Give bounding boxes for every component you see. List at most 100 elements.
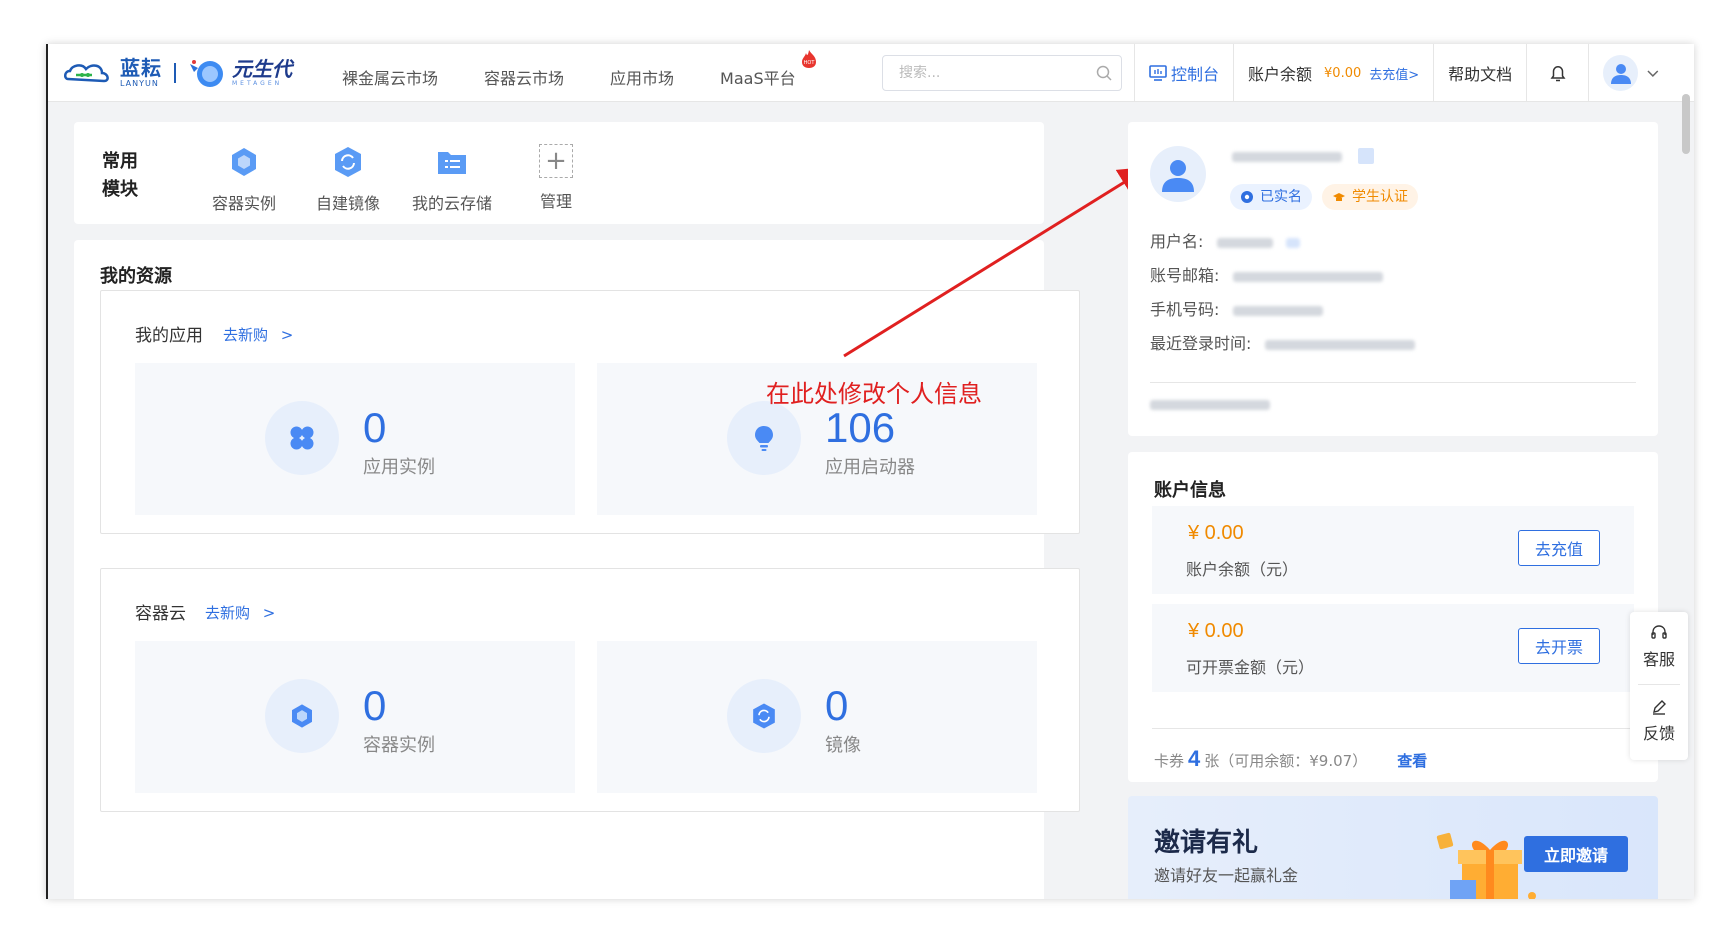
- monitor-icon: [1149, 65, 1167, 81]
- profile-phone: 手机号码:: [1150, 296, 1323, 320]
- brand-metagen-cn: 元生代: [232, 57, 292, 81]
- invite-subtitle: 邀请好友一起赢礼金: [1154, 866, 1299, 885]
- student-label: 学生认证: [1352, 189, 1408, 205]
- headset-icon: [1651, 625, 1667, 639]
- container-cloud-buy-arrow: >: [262, 604, 276, 622]
- container-cloud-buy-link[interactable]: 去新购 >: [205, 602, 275, 623]
- pencil-icon: [1653, 700, 1666, 715]
- stat-app-launchers-value: 106: [825, 404, 896, 451]
- brand-logo[interactable]: 蓝耘 LANYUN 元生代 METAGEN: [62, 56, 292, 90]
- user-icon: [1610, 64, 1631, 84]
- copy-icon[interactable]: [1285, 237, 1300, 248]
- invoice-button[interactable]: 去开票: [1518, 628, 1600, 664]
- stat-app-instances-value: 0: [363, 404, 387, 451]
- search-box[interactable]: [882, 55, 1122, 91]
- customer-service-button[interactable]: 客服: [1630, 612, 1688, 682]
- coupon-suffix: 张（可用余额：¥9.07）: [1204, 752, 1368, 770]
- shield-check-icon: [1241, 191, 1253, 203]
- quick-custom-image-label: 自建镜像: [315, 194, 380, 213]
- my-apps-buy-label: 去新购: [223, 326, 269, 344]
- profile-username-label: 用户名:: [1150, 232, 1204, 251]
- coupon-row: 卡券 4 张（可用余额：¥9.07） 查看: [1154, 746, 1427, 772]
- nav-container-market[interactable]: 容器云市场: [484, 65, 564, 89]
- profile-phone-value: [1232, 305, 1323, 316]
- invoice-box: ¥ 0.00 可开票金额（元） 去开票: [1152, 604, 1634, 692]
- stat-app-instances[interactable]: 0 应用实例: [135, 363, 575, 515]
- lightbulb-icon: [727, 401, 801, 475]
- profile-phone-label: 手机号码:: [1150, 300, 1220, 319]
- notification-button[interactable]: [1526, 44, 1588, 102]
- profile-username: 用户名:: [1150, 228, 1300, 252]
- main-nav: 裸金属云市场 容器云市场 应用市场 MaaS平台 HOT: [342, 44, 842, 102]
- profile-avatar[interactable]: [1150, 146, 1206, 202]
- quick-cloud-storage[interactable]: 我的云存储: [402, 144, 502, 214]
- account-info-card: 账户信息 ¥ 0.00 账户余额（元） 去充值 ¥ 0.00 可开票金额（元） …: [1128, 452, 1658, 782]
- header-actions: 控制台 账户余额 ¥0.00 去充值> 帮助文档: [1134, 44, 1674, 102]
- profile-email-value: [1232, 271, 1383, 282]
- coupon-prefix: 卡券: [1154, 752, 1185, 770]
- tools-divider: [1638, 684, 1680, 685]
- quick-manage[interactable]: + 管理: [506, 144, 606, 212]
- nav-app-market[interactable]: 应用市场: [610, 65, 674, 89]
- clover-icon: [265, 401, 339, 475]
- container-cloud-title: 容器云: [135, 604, 186, 624]
- user-menu[interactable]: [1588, 44, 1674, 102]
- invite-title: 邀请有礼: [1154, 828, 1259, 858]
- metagen-logo-icon: [190, 60, 223, 87]
- invoice-amount: ¥ 0.00: [1188, 620, 1244, 642]
- nav-maas-platform[interactable]: MaaS平台 HOT: [720, 50, 816, 89]
- quick-container-instance[interactable]: 容器实例: [194, 144, 294, 214]
- recharge-button[interactable]: 去充值: [1518, 530, 1600, 566]
- my-apps-buy-link[interactable]: 去新购 >: [223, 324, 293, 345]
- console-link[interactable]: 控制台: [1134, 44, 1233, 102]
- stat-app-instances-label: 应用实例: [363, 457, 435, 478]
- profile-email-label: 账号邮箱:: [1150, 266, 1220, 285]
- verified-badge: 已实名: [1230, 184, 1312, 210]
- coupon-view-link[interactable]: 查看: [1397, 750, 1427, 771]
- balance-amount: ¥0.00: [1324, 65, 1362, 81]
- quick-custom-image[interactable]: 自建镜像: [298, 144, 398, 214]
- avatar: [1603, 55, 1639, 91]
- profile-divider: [1150, 382, 1636, 383]
- recharge-link[interactable]: 去充值>: [1369, 64, 1419, 83]
- invoice-label: 可开票金额（元）: [1186, 658, 1315, 677]
- invite-now-button[interactable]: 立即邀请: [1524, 836, 1628, 872]
- stat-app-launchers-label: 应用启动器: [825, 457, 915, 478]
- profile-joined-redacted: [1150, 400, 1270, 410]
- stat-images-value: 0: [825, 682, 849, 729]
- profile-email: 账号邮箱:: [1150, 262, 1383, 286]
- nav-maas-label: MaaS平台: [720, 69, 796, 88]
- floating-tools: 客服 反馈: [1630, 612, 1688, 760]
- account-info-title: 账户信息: [1154, 480, 1226, 501]
- stat-container-instances[interactable]: 0 容器实例: [135, 641, 575, 793]
- search-input[interactable]: [899, 56, 1099, 90]
- my-apps-section: 我的应用 去新购 > 0 应用实例 106 应用启动器: [100, 290, 1080, 534]
- stat-images-label: 镜像: [825, 735, 861, 756]
- balance-cell: 账户余额 ¥0.00 去充值>: [1233, 44, 1433, 102]
- student-badge: 学生认证: [1322, 184, 1418, 210]
- verified-label: 已实名: [1260, 189, 1302, 205]
- help-docs-link[interactable]: 帮助文档: [1433, 44, 1526, 102]
- brand-lanyun-en: LANYUN: [120, 79, 159, 88]
- invite-banner[interactable]: 邀请有礼 邀请好友一起赢礼金 立即邀请: [1128, 796, 1658, 899]
- quick-manage-label: 管理: [539, 192, 572, 211]
- brand-lanyun-cn: 蓝耘: [120, 56, 162, 80]
- profile-card: 已实名 学生认证 用户名: 账号邮箱: 手机号码: 最近登录时间:: [1128, 122, 1658, 436]
- stat-images[interactable]: 0 镜像: [597, 641, 1037, 793]
- my-resources-card: 我的资源 我的应用 去新购 > 0 应用实例 106 应用启动器 容器云 去新购…: [74, 240, 1080, 899]
- feedback-label: 反馈: [1642, 724, 1675, 743]
- my-resources-title: 我的资源: [100, 266, 172, 287]
- console-label: 控制台: [1171, 65, 1220, 84]
- profile-last-login-label: 最近登录时间:: [1150, 334, 1252, 353]
- account-divider: [1152, 728, 1634, 729]
- container-cloud-section: 容器云 去新购 > 0 容器实例 0 镜像: [100, 568, 1080, 812]
- copy-icon[interactable]: [1358, 148, 1374, 164]
- folder-list-icon: [438, 152, 466, 174]
- quick-modules-title: 常用模块: [102, 151, 138, 200]
- search-icon[interactable]: [1095, 64, 1113, 82]
- profile-name-redacted: [1232, 152, 1342, 162]
- feedback-button[interactable]: 反馈: [1630, 686, 1688, 756]
- page-scrollbar[interactable]: [1682, 94, 1690, 154]
- nav-bare-metal-market[interactable]: 裸金属云市场: [342, 65, 438, 89]
- brand-separator: [174, 63, 176, 83]
